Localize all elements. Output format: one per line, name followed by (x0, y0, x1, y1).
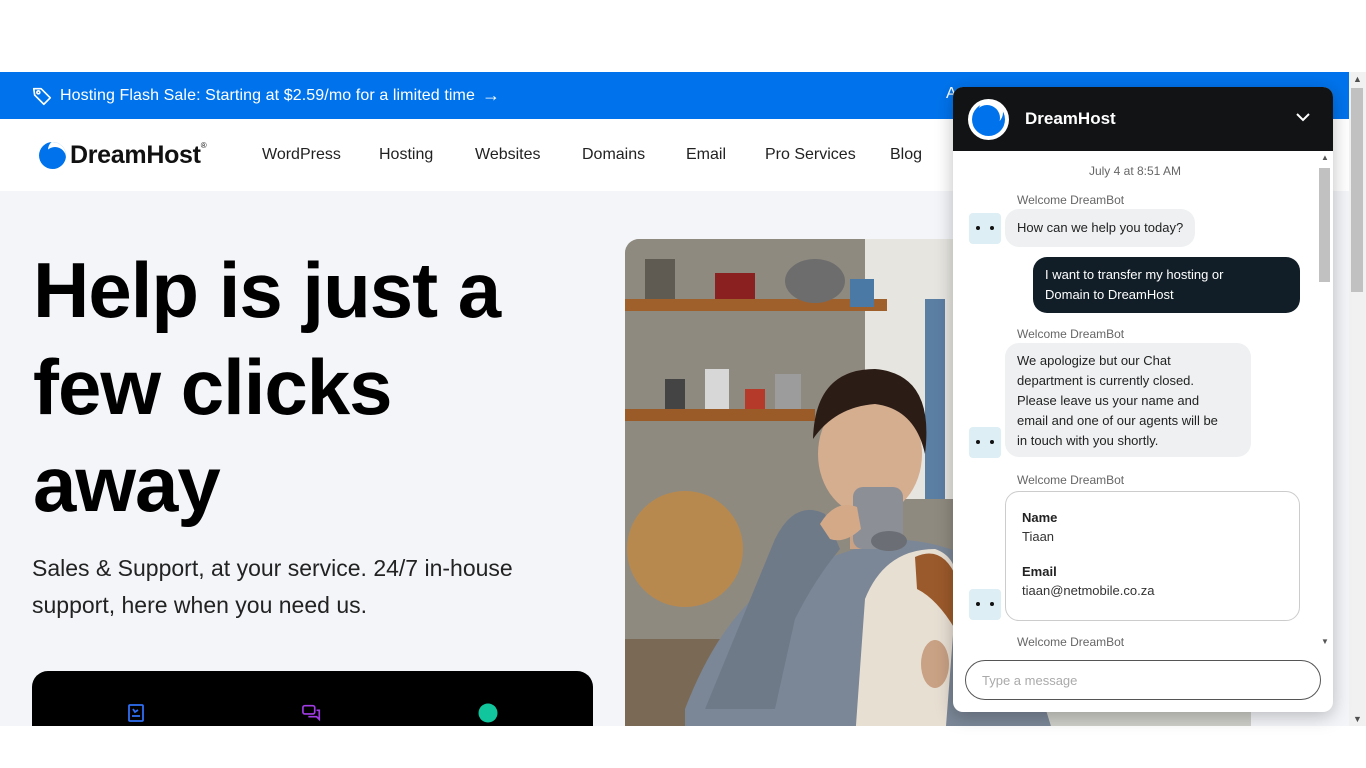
nav-item-websites[interactable]: Websites (475, 146, 541, 164)
scroll-up-icon[interactable]: ▲ (1353, 74, 1362, 84)
user-message: I want to transfer my hosting or Domain … (1033, 257, 1300, 313)
scroll-down-icon[interactable]: ▼ (1353, 714, 1362, 724)
dreamhost-avatar-icon (968, 98, 1009, 140)
dreamhost-logo[interactable]: DreamHost® (39, 141, 207, 170)
bot-avatar-icon (969, 427, 1001, 458)
scroll-down-icon[interactable]: ▼ (1321, 637, 1329, 646)
email-value: tiaan@netmobile.co.za (1022, 583, 1155, 598)
nav-item-pro-services[interactable]: Pro Services (765, 146, 856, 164)
bot-message: How can we help you today? (1005, 209, 1196, 247)
chat-messages[interactable]: July 4 at 8:51 AM Welcome DreamBot How c… (953, 151, 1333, 648)
chat-header[interactable]: DreamHost (953, 87, 1333, 151)
logo-text: DreamHost® (70, 141, 207, 169)
chat-widget: DreamHost July 4 at 8:51 AM Welcome Drea… (953, 87, 1333, 712)
status-dot-icon[interactable] (478, 703, 498, 723)
hero-subtitle: Sales & Support, at your service. 24/7 i… (32, 555, 513, 618)
nav-item-hosting[interactable]: Hosting (379, 146, 433, 164)
contact-form-card: Name Tiaan Email tiaan@netmobile.co.za (1005, 491, 1300, 621)
bot-avatar-icon (969, 589, 1001, 620)
chat-title: DreamHost (1025, 109, 1116, 128)
page-scrollbar-thumb[interactable] (1351, 88, 1363, 292)
chat-scrollbar[interactable]: ▲ ▼ (1317, 151, 1333, 648)
page-scrollbar[interactable]: ▲ ▼ (1349, 72, 1366, 726)
chat-message-input[interactable] (965, 660, 1321, 700)
chat-timestamp: July 4 at 8:51 AM (1088, 164, 1182, 178)
arrow-right-icon: → (481, 85, 500, 105)
nav-item-email[interactable]: Email (686, 146, 726, 164)
browser-viewport: Hosting Flash Sale: Starting at $2.59/mo… (0, 0, 1366, 768)
promo-text: Hosting Flash Sale: Starting at $2.59/mo… (60, 86, 475, 104)
hero-title: Help is just a few clicks away (33, 246, 501, 528)
chevron-down-icon[interactable] (1295, 111, 1311, 123)
tag-icon (32, 87, 52, 105)
nav-item-wordpress[interactable]: WordPress (262, 146, 341, 164)
support-options-card (32, 671, 593, 726)
bot-message: We apologize but our Chat department is … (1005, 343, 1251, 457)
name-value: Tiaan (1022, 529, 1055, 544)
bot-avatar-icon (969, 213, 1001, 244)
scroll-up-icon[interactable]: ▲ (1321, 153, 1329, 162)
dreamhost-logo-icon (39, 142, 66, 169)
nav-item-domains[interactable]: Domains (582, 146, 645, 164)
message-sender: Welcome DreamBot (1017, 635, 1125, 648)
email-label: Email (1022, 564, 1057, 579)
message-sender: Welcome DreamBot (1017, 327, 1125, 341)
message-sender: Welcome DreamBot (1017, 473, 1125, 487)
book-icon[interactable] (126, 703, 146, 723)
chat-scrollbar-thumb[interactable] (1319, 168, 1330, 282)
message-sender: Welcome DreamBot (1017, 193, 1125, 207)
chat-bubbles-icon[interactable] (302, 703, 322, 723)
nav-item-blog[interactable]: Blog (890, 146, 922, 164)
name-label: Name (1022, 510, 1058, 525)
